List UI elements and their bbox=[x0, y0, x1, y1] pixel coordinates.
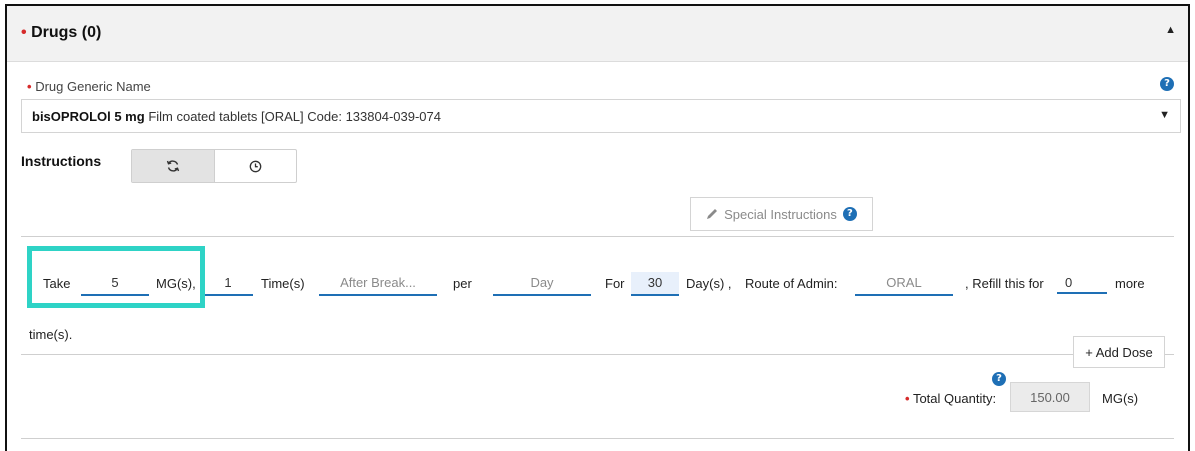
required-indicator: • bbox=[905, 391, 910, 406]
more-label: more bbox=[1115, 276, 1145, 291]
instructions-label: Instructions bbox=[21, 153, 102, 169]
panel-title-text: Drugs (0) bbox=[31, 24, 102, 41]
scheduled-mode-button[interactable] bbox=[215, 150, 297, 182]
times-suffix-label: time(s). bbox=[29, 327, 73, 342]
section-divider bbox=[21, 236, 1174, 237]
total-quantity-unit: MG(s) bbox=[1102, 391, 1139, 406]
instructions-mode-toggle bbox=[131, 149, 297, 183]
refresh-icon bbox=[166, 160, 179, 172]
timing-input[interactable]: After Break... bbox=[319, 272, 437, 296]
route-select[interactable]: ORAL bbox=[855, 272, 953, 296]
question-circle-icon[interactable]: ? bbox=[1160, 77, 1174, 91]
special-instructions-label: Special Instructions bbox=[724, 206, 837, 222]
drugs-panel: • Drugs (0) ▲ • Drug Generic Name ? bisO… bbox=[5, 4, 1190, 451]
total-quantity-label: • Total Quantity: bbox=[905, 391, 997, 406]
special-instructions-button[interactable]: Special Instructions ? bbox=[690, 197, 873, 231]
per-label: per bbox=[453, 276, 472, 291]
caret-down-icon[interactable]: ▼ bbox=[1159, 109, 1170, 121]
add-dose-button[interactable]: + Add Dose bbox=[1073, 336, 1165, 368]
refill-label: , Refill this for bbox=[965, 276, 1044, 291]
panel-title: • Drugs (0) bbox=[21, 24, 101, 42]
chevron-up-icon[interactable]: ▲ bbox=[1165, 24, 1176, 36]
selected-drug-details: Film coated tablets [ORAL] Code: 133804-… bbox=[148, 109, 441, 124]
refill-input[interactable]: 0 bbox=[1057, 272, 1107, 294]
clock-icon bbox=[249, 160, 262, 172]
panel-header[interactable]: • Drugs (0) ▲ bbox=[7, 6, 1188, 62]
for-label: For bbox=[605, 276, 625, 291]
route-label: Route of Admin: bbox=[745, 276, 838, 291]
duration-unit-label: Day(s) , bbox=[686, 276, 732, 291]
required-indicator: • bbox=[27, 79, 32, 94]
period-select[interactable]: Day bbox=[493, 272, 591, 296]
required-indicator: • bbox=[21, 24, 27, 41]
drug-generic-name-select[interactable]: bisOPROLOl 5 mg Film coated tablets [ORA… bbox=[21, 99, 1181, 133]
dose-highlight-box bbox=[27, 246, 205, 308]
pencil-icon bbox=[707, 209, 718, 219]
recurring-mode-button[interactable] bbox=[132, 150, 215, 182]
drug-generic-name-label: • Drug Generic Name bbox=[27, 79, 151, 94]
frequency-input[interactable]: 1 bbox=[203, 272, 253, 296]
selected-drug-text: bisOPROLOl 5 mg Film coated tablets [ORA… bbox=[32, 109, 441, 124]
total-quantity-input[interactable]: 150.00 bbox=[1010, 382, 1090, 412]
bottom-divider bbox=[21, 438, 1174, 439]
dose-divider bbox=[21, 354, 1174, 355]
duration-input[interactable]: 30 bbox=[631, 272, 679, 296]
question-circle-icon[interactable]: ? bbox=[842, 207, 857, 221]
times-label: Time(s) bbox=[261, 276, 305, 291]
selected-drug-name: bisOPROLOl 5 mg bbox=[32, 109, 145, 124]
question-circle-icon[interactable]: ? bbox=[992, 372, 1006, 386]
